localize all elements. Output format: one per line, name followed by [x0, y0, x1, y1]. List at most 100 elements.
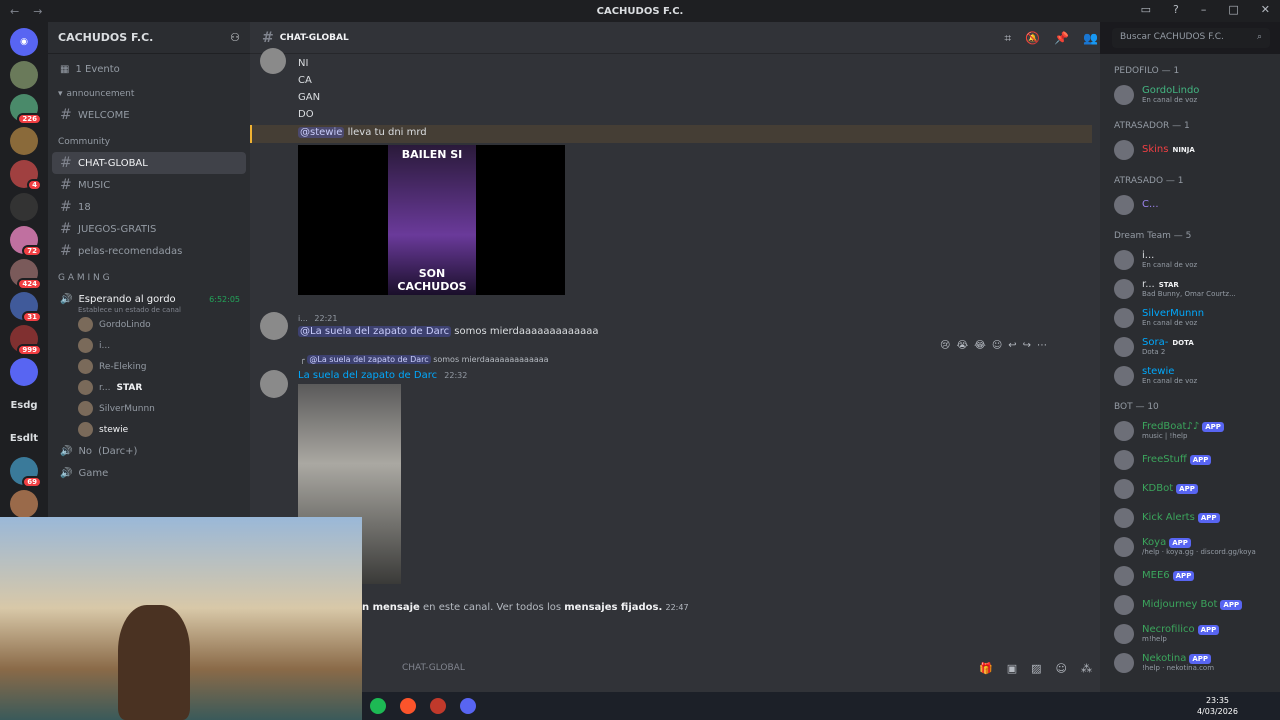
- app-badge: APP: [1189, 654, 1212, 664]
- back-arrow-icon[interactable]: ←: [10, 5, 19, 18]
- gif-icon[interactable]: ▣: [1007, 662, 1017, 675]
- mention[interactable]: @La suela del zapato de Darc: [307, 355, 431, 364]
- server-icon[interactable]: [10, 490, 38, 518]
- threads-icon[interactable]: ⌗: [1004, 31, 1011, 46]
- server-icon[interactable]: 226: [10, 94, 42, 125]
- maximize-button[interactable]: □: [1228, 3, 1238, 16]
- voice-status[interactable]: Establece un estado de canal: [48, 306, 250, 314]
- server-icon[interactable]: [10, 61, 38, 89]
- message-header: i... 22:21: [298, 314, 337, 323]
- server-icon[interactable]: 424: [10, 259, 42, 290]
- add-reaction-icon[interactable]: ☺: [992, 340, 1002, 351]
- emoji-reaction-icon[interactable]: 😂: [974, 340, 986, 351]
- channel-chat-global[interactable]: # CHAT-GLOBAL: [52, 152, 246, 174]
- inbox-icon[interactable]: ▭: [1141, 3, 1151, 16]
- help-icon[interactable]: ?: [1173, 3, 1179, 16]
- member-row[interactable]: Midjourney Bot APP: [1114, 590, 1280, 619]
- server-icon[interactable]: [10, 127, 38, 155]
- member-row[interactable]: SilverMunnn En canal de voz: [1114, 303, 1280, 332]
- server-icon[interactable]: 999: [10, 325, 42, 356]
- server-icon[interactable]: Esdg: [10, 391, 38, 419]
- channel-label: JUEGOS-GRATIS: [78, 223, 157, 235]
- channel-pelas-recomendadas[interactable]: # pelas-recomendadas: [48, 240, 250, 262]
- mention[interactable]: @La suela del zapato de Darc: [298, 326, 452, 337]
- author-name[interactable]: La suela del zapato de Darc: [298, 370, 437, 381]
- server-icon[interactable]: [10, 193, 38, 221]
- category-announcement[interactable]: ▾ announcement: [48, 84, 250, 104]
- message-composer[interactable]: CHAT-GLOBAL 🎁 ▣ ▨ ☺ ⁂: [362, 658, 1092, 678]
- server-icon[interactable]: [10, 358, 38, 386]
- avatar[interactable]: [260, 312, 288, 340]
- emoji-icon[interactable]: ☺: [1056, 662, 1067, 675]
- gif-attachment[interactable]: BAILEN SI SON CACHUDOS: [298, 145, 565, 295]
- member-row[interactable]: GordoLindo En canal de voz: [1114, 80, 1280, 109]
- hash-icon: #: [60, 221, 72, 237]
- gift-icon[interactable]: 🎁: [979, 662, 993, 675]
- mute-icon[interactable]: 🔕: [1025, 31, 1040, 45]
- member-row[interactable]: Necrofilico APP m!help: [1114, 619, 1280, 648]
- channel-welcome[interactable]: # WELCOME: [48, 104, 250, 126]
- voice-user[interactable]: GordoLindo: [48, 314, 250, 335]
- server-icon[interactable]: 4: [10, 160, 42, 191]
- server-icon[interactable]: Esdlt: [10, 424, 38, 452]
- emoji-reaction-icon[interactable]: 😭: [956, 340, 968, 351]
- channel-music[interactable]: # MUSIC: [48, 174, 250, 196]
- category-gaming[interactable]: G A M I N G: [48, 268, 250, 288]
- guild-header[interactable]: CACHUDOS F.C. ⚇: [48, 22, 250, 54]
- brave-icon[interactable]: [400, 698, 416, 714]
- apps-icon[interactable]: ⁂: [1081, 662, 1092, 675]
- pinned-link[interactable]: mensajes fijados.: [564, 602, 662, 613]
- reply-icon[interactable]: ↩: [1008, 340, 1016, 351]
- member-row[interactable]: Nekotina APP !help · nekotina.com: [1114, 648, 1280, 677]
- member-row[interactable]: stewie En canal de voz: [1114, 361, 1280, 390]
- category-community[interactable]: Community: [48, 132, 250, 152]
- avatar[interactable]: [260, 48, 286, 74]
- reply-preview[interactable]: ╭ @La suela del zapato de Darc somos mie…: [300, 355, 549, 364]
- member-row[interactable]: Kick Alerts APP: [1114, 503, 1280, 532]
- emoji-reaction-icon[interactable]: 😢: [940, 340, 950, 351]
- voice-channel-no[interactable]: 🔊 No (Darc+): [48, 440, 250, 462]
- member-row[interactable]: Sora- DOTA Dota 2: [1114, 332, 1280, 361]
- forward-icon[interactable]: ↪: [1023, 340, 1031, 351]
- author-name[interactable]: i...: [298, 314, 308, 323]
- members-icon[interactable]: 👥: [1083, 31, 1098, 45]
- invite-icon[interactable]: ⚇: [230, 31, 240, 44]
- member-row[interactable]: FredBoat♪♪ APP music | !help: [1114, 416, 1280, 445]
- search-input[interactable]: Buscar CACHUDOS F.C. ⌕: [1112, 28, 1270, 48]
- minimize-button[interactable]: –: [1201, 3, 1207, 16]
- channel-juegos-gratis[interactable]: # JUEGOS-GRATIS: [48, 218, 250, 240]
- voice-channel-game[interactable]: 🔊 Game: [48, 462, 250, 484]
- server-icon[interactable]: 69: [10, 457, 42, 488]
- forward-arrow-icon[interactable]: →: [33, 5, 42, 18]
- app-icon[interactable]: [430, 698, 446, 714]
- server-icon[interactable]: 72: [10, 226, 42, 257]
- member-name: C...: [1142, 199, 1159, 210]
- voice-user[interactable]: r... STAR: [48, 377, 250, 398]
- server-icon[interactable]: 31: [10, 292, 42, 323]
- member-row[interactable]: FreeStuff APP: [1114, 445, 1280, 474]
- member-row[interactable]: r... STAR Bad Bunny, Omar Courtz...: [1114, 274, 1280, 303]
- close-button[interactable]: ✕: [1261, 3, 1270, 16]
- voice-user[interactable]: Re-Eleking: [48, 356, 250, 377]
- voice-user[interactable]: i...: [48, 335, 250, 356]
- mention[interactable]: @stewie: [298, 127, 345, 138]
- events-item[interactable]: ▦ 1 Evento: [48, 54, 250, 84]
- channel-18[interactable]: # 18: [48, 196, 250, 218]
- voice-user[interactable]: SilverMunnn: [48, 398, 250, 419]
- member-row[interactable]: Skins NINJA: [1114, 135, 1280, 164]
- more-icon[interactable]: ⋯: [1037, 340, 1047, 351]
- avatar[interactable]: [260, 370, 288, 398]
- member-row[interactable]: MEE6 APP: [1114, 561, 1280, 590]
- discord-home-icon[interactable]: ◉: [10, 28, 38, 56]
- pin-icon[interactable]: 📌: [1054, 31, 1069, 45]
- member-row[interactable]: i... En canal de voz: [1114, 245, 1280, 274]
- avatar: [1114, 139, 1134, 160]
- sticker-icon[interactable]: ▨: [1031, 662, 1041, 675]
- member-row[interactable]: C...: [1114, 190, 1280, 219]
- discord-icon[interactable]: [460, 698, 476, 714]
- member-row[interactable]: Koya APP/help · koya.gg · discord.gg/koya: [1114, 532, 1280, 561]
- member-row[interactable]: KDBot APP: [1114, 474, 1280, 503]
- spotify-icon[interactable]: [370, 698, 386, 714]
- voice-user[interactable]: stewie: [48, 419, 250, 440]
- system-clock[interactable]: 23:35 4/03/2026: [1197, 695, 1238, 717]
